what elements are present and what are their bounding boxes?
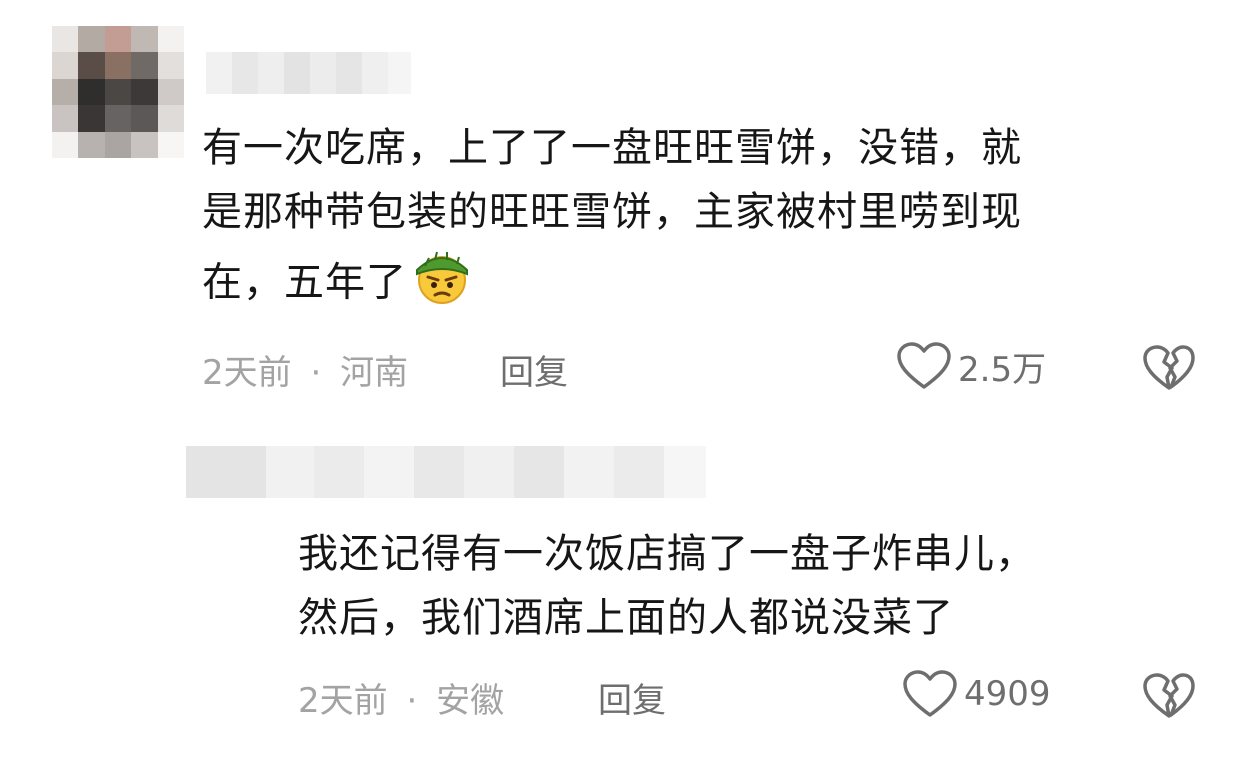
dislike-button[interactable]	[1142, 344, 1196, 396]
username-blurred[interactable]	[206, 52, 411, 94]
meta-separator: ·	[406, 681, 418, 721]
comment-meta: 2天前 · 河南	[202, 345, 408, 394]
comment-time: 2天前	[202, 353, 292, 393]
comment-body: 有一次吃席，上了了一盘旺旺雪饼，没错，就 是那种带包装的旺旺雪饼，主家被村里唠到…	[202, 116, 1022, 325]
comment-line: 在，五年了	[202, 244, 1022, 325]
like-count: 4909	[964, 674, 1051, 714]
comment-line: 我还记得有一次饭店搞了一盘子炸串儿，	[298, 531, 1036, 577]
like-button[interactable]: 4909	[902, 669, 1051, 719]
comment-time: 2天前	[298, 681, 388, 721]
like-count: 2.5万	[958, 349, 1047, 390]
avatar-and-username-blurred[interactable]	[186, 446, 706, 498]
comment-line: 有一次吃席，上了了一盘旺旺雪饼，没错，就	[202, 125, 1022, 171]
suspicious-face-green-hat-emoji-icon	[411, 244, 473, 325]
heart-outline-icon	[897, 342, 951, 389]
comment-location: 河南	[340, 353, 409, 393]
broken-heart-outline-icon	[1143, 673, 1195, 718]
avatar-blurred[interactable]	[52, 26, 184, 158]
comment-location: 安徽	[436, 681, 505, 721]
comment-meta: 2天前 · 安徽	[298, 673, 504, 722]
reply-button[interactable]: 回复	[500, 345, 568, 394]
comment-line: 是那种带包装的旺旺雪饼，主家被村里唠到现	[202, 189, 1022, 235]
broken-heart-outline-icon	[1143, 345, 1195, 390]
like-button[interactable]: 2.5万	[896, 341, 1046, 391]
reply-button[interactable]: 回复	[598, 673, 666, 722]
dislike-button[interactable]	[1142, 672, 1196, 724]
meta-separator: ·	[310, 353, 322, 393]
heart-outline-icon	[903, 670, 957, 717]
comment-line: 然后，我们酒席上面的人都说没菜了	[298, 595, 954, 641]
reply-body: 我还记得有一次饭店搞了一盘子炸串儿， 然后，我们酒席上面的人都说没菜了	[298, 522, 1036, 650]
